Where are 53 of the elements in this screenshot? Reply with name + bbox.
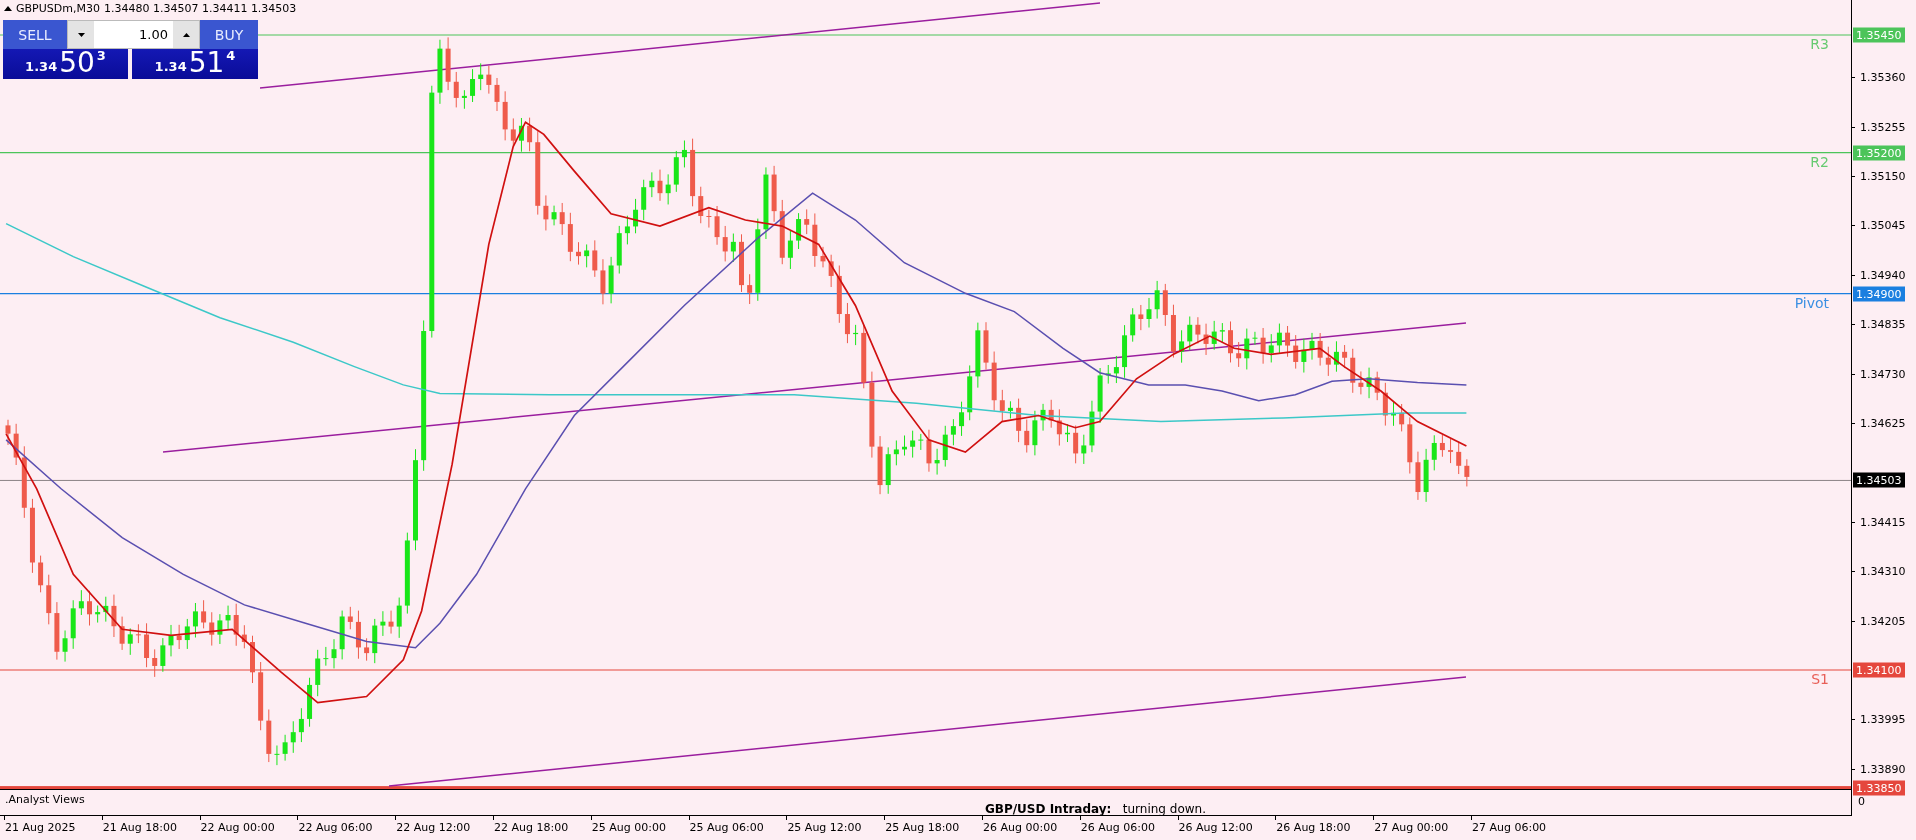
time-label: 26 Aug 18:00	[1275, 816, 1374, 840]
time-label: 25 Aug 00:00	[590, 816, 689, 840]
price-tick: 1.35360	[1859, 70, 1906, 84]
volume-field[interactable]: 1.00	[67, 20, 200, 49]
price-fraction: 3	[96, 48, 106, 63]
price-tick: 1.34730	[1859, 367, 1906, 381]
price-tick: 1.34415	[1859, 515, 1906, 529]
time-label: 21 Aug 2025	[4, 816, 102, 840]
analyst-comment: GBP/USD Intraday: turning down.	[984, 802, 1206, 816]
ohlc-values: 1.34480 1.34507 1.34411 1.34503	[103, 2, 297, 15]
buy-button[interactable]: BUY	[200, 20, 258, 49]
time-label: 22 Aug 12:00	[395, 816, 493, 840]
time-label: 27 Aug 06:00	[1470, 816, 1569, 840]
time-label: 22 Aug 00:00	[199, 816, 298, 840]
price-tick: 1.35045	[1859, 219, 1906, 232]
time-label: 26 Aug 12:00	[1177, 816, 1276, 840]
time-label: 25 Aug 06:00	[688, 816, 787, 840]
price-fraction: 4	[226, 48, 236, 63]
price-prefix: 1.34	[25, 59, 58, 74]
time-label: 26 Aug 00:00	[981, 816, 1080, 840]
price-tick: 1.33890	[1859, 762, 1906, 776]
price-tick: 1.34310	[1859, 564, 1906, 578]
price-prefix: 1.34	[154, 59, 187, 74]
price-tick: 1.35150	[1859, 169, 1906, 183]
price-pips: 51	[188, 48, 225, 78]
level-label: R3	[1810, 36, 1829, 52]
level-label: R2	[1810, 153, 1829, 170]
indicator-axis-value: 0	[1857, 794, 1865, 810]
price-pips: 50	[59, 48, 95, 78]
time-label: 26 Aug 06:00	[1079, 816, 1178, 840]
time-label: 22 Aug 18:00	[493, 816, 591, 840]
price-tag: 1.34100	[1853, 662, 1905, 678]
sell-button[interactable]: SELL	[3, 20, 67, 49]
price-tag: 1.34900	[1853, 286, 1905, 302]
price-tag: 1.35450	[1853, 27, 1905, 43]
price-tick: 1.33995	[1859, 712, 1906, 726]
level-label: Pivot	[1794, 294, 1829, 311]
price-tag: 1.34503	[1853, 472, 1905, 488]
time-label: 21 Aug 18:00	[101, 816, 200, 840]
time-label: 25 Aug 12:00	[786, 816, 885, 840]
price-tick: 1.34835	[1859, 317, 1906, 331]
time-label: 27 Aug 00:00	[1373, 816, 1471, 840]
level-label: S1	[1811, 671, 1829, 687]
price-tag: 1.35200	[1853, 145, 1905, 161]
price-tick: 1.34205	[1859, 614, 1906, 628]
price-tag: 1.33850	[1853, 780, 1905, 796]
price-tick: 1.34940	[1859, 268, 1906, 282]
symbol-label: GBPUSDm,M30	[16, 2, 100, 15]
indicator-name: .Analyst Views	[5, 793, 85, 806]
time-label: 25 Aug 18:00	[884, 816, 982, 840]
time-label: 22 Aug 06:00	[297, 816, 396, 840]
price-tick: 1.35255	[1859, 120, 1906, 134]
price-tick: 1.34625	[1859, 416, 1906, 430]
